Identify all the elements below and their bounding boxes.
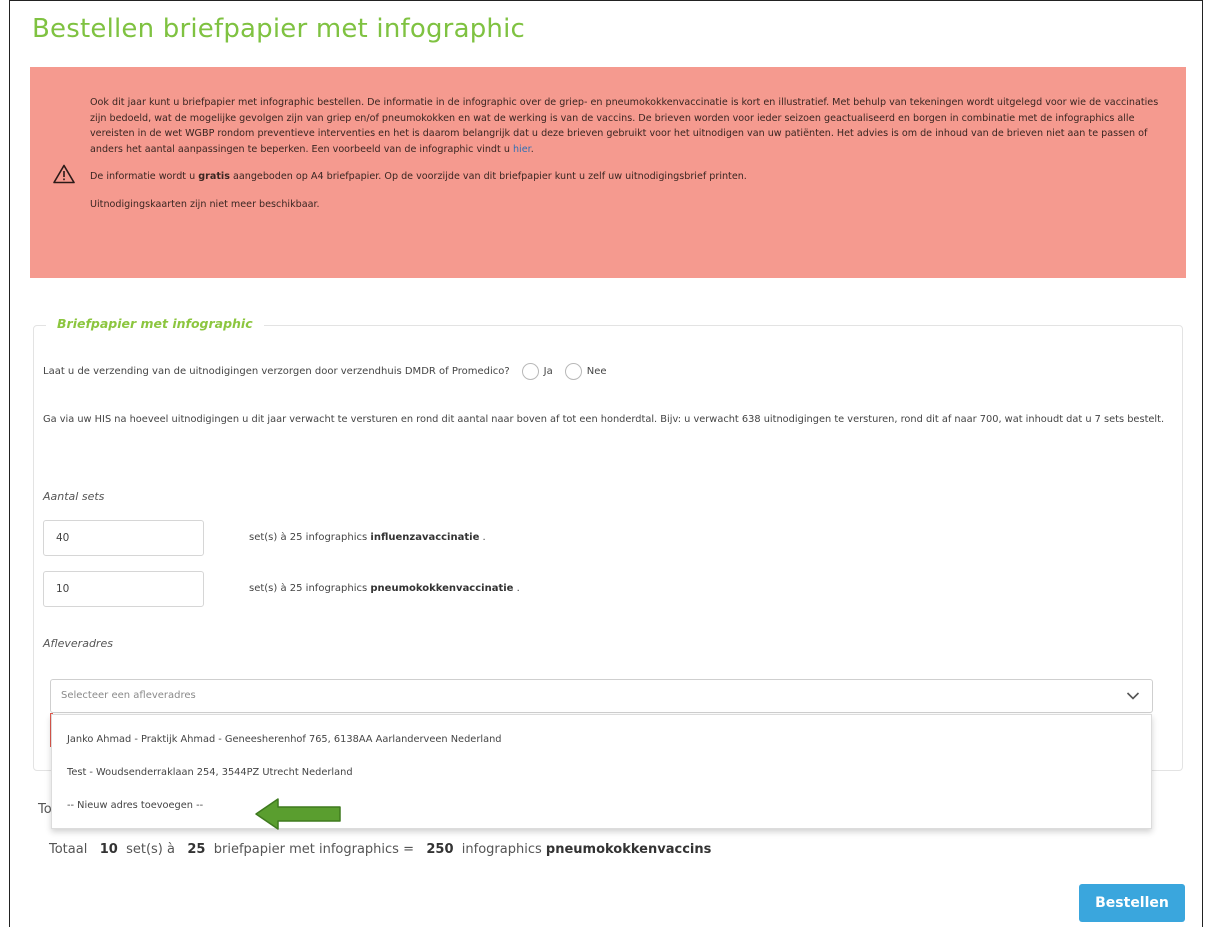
- alert-paragraph-3: Uitnodigingskaarten zijn niet meer besch…: [90, 198, 320, 210]
- address-dropdown: Janko Ahmad - Praktijk Ahmad - Geneesher…: [51, 714, 1152, 829]
- total-pneumo-line: Totaal 10 set(s) à 25 briefpapier met in…: [49, 842, 712, 857]
- total-influenza-partial: To: [38, 802, 52, 817]
- alert-paragraph-1: Ook dit jaar kunt u briefpapier met info…: [90, 97, 1159, 155]
- sets-label: Aantal sets: [43, 490, 105, 503]
- radio-yes[interactable]: [521, 362, 539, 380]
- chevron-down-icon: [1126, 692, 1140, 700]
- address-option[interactable]: Test - Woudsenderraklaan 254, 3544PZ Utr…: [67, 767, 353, 778]
- shipping-question: Laat u de verzending van de uitnodiginge…: [43, 365, 510, 377]
- shipping-question-row: Laat u de verzending van de uitnodiginge…: [43, 362, 607, 380]
- alert-paragraph-2: De informatie wordt u gratis aangeboden …: [90, 171, 747, 183]
- radio-no-label: Nee: [586, 365, 607, 377]
- page-title: Bestellen briefpapier met infographic: [32, 14, 526, 44]
- influenza-sets-input[interactable]: 40: [43, 520, 204, 556]
- influenza-sets-text: set(s) à 25 infographics influenzavaccin…: [249, 532, 486, 543]
- order-button[interactable]: Bestellen: [1079, 884, 1185, 922]
- address-placeholder: Selecteer een afleveradres: [61, 690, 196, 701]
- address-option[interactable]: Janko Ahmad - Praktijk Ahmad - Geneesher…: [67, 734, 502, 745]
- info-alert: Ook dit jaar kunt u briefpapier met info…: [30, 67, 1186, 278]
- pneumo-sets-input[interactable]: 10: [43, 571, 204, 607]
- warning-icon: [53, 164, 75, 184]
- radio-no[interactable]: [564, 362, 582, 380]
- address-select[interactable]: Selecteer een afleveradres: [50, 679, 1153, 713]
- radio-yes-label: Ja: [543, 365, 553, 377]
- address-label: Afleveradres: [43, 637, 113, 650]
- arrow-left-icon: [255, 798, 341, 830]
- fieldset-legend: Briefpapier met infographic: [46, 316, 264, 331]
- infographic-example-link[interactable]: hier: [513, 144, 531, 155]
- rounding-hint: Ga via uw HIS na hoeveel uitnodigingen u…: [43, 414, 1165, 425]
- pneumo-sets-text: set(s) à 25 infographics pneumokokkenvac…: [249, 583, 520, 594]
- alert-text: Ook dit jaar kunt u briefpapier met info…: [90, 95, 1168, 225]
- add-new-address-option[interactable]: -- Nieuw adres toevoegen --: [67, 800, 203, 811]
